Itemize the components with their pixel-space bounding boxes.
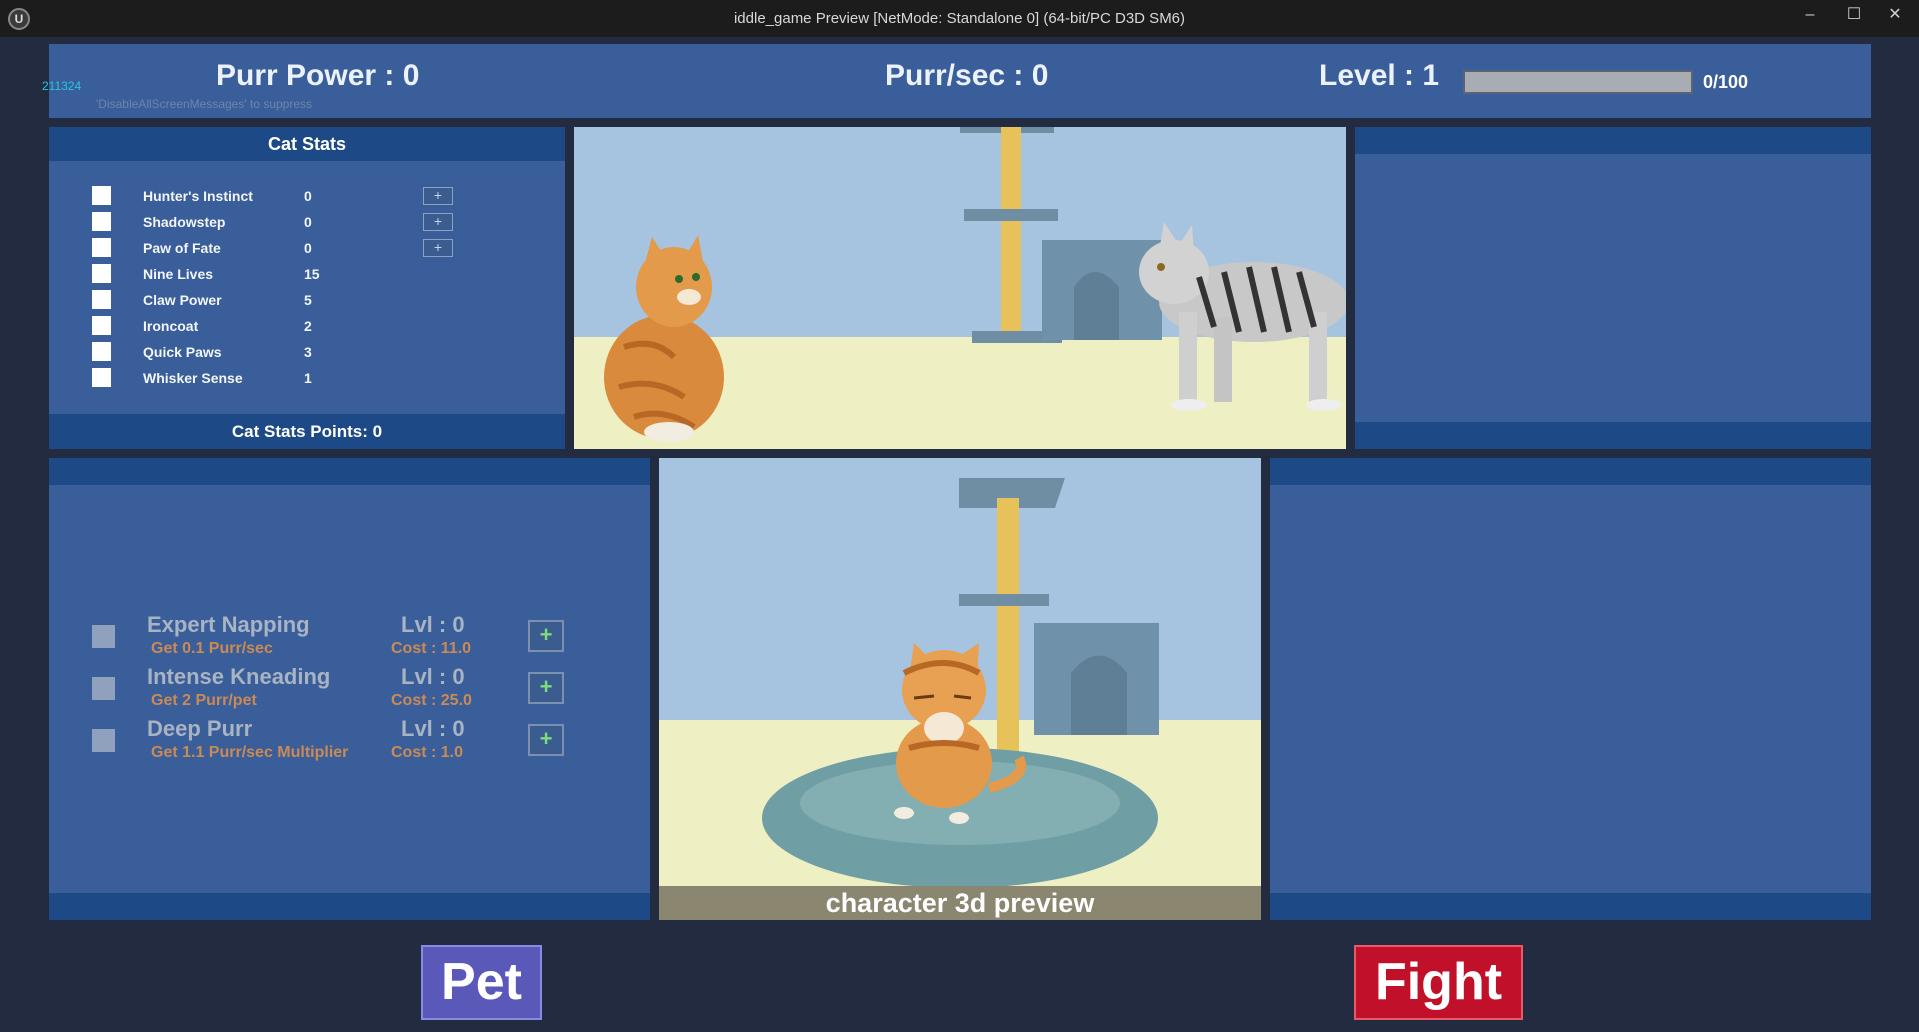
stat-row-shadowstep: Shadowstep 0 + [92, 209, 472, 235]
window-titlebar: U iddle_game Preview [NetMode: Standalon… [0, 0, 1919, 37]
stat-value: 0 [304, 188, 312, 204]
fight-button[interactable]: Fight [1354, 945, 1523, 1020]
right-bottom-header [1270, 458, 1871, 485]
upgrade-row-expert-napping: Expert Napping Get 0.1 Purr/sec Lvl : 0 … [92, 612, 572, 664]
upgrade-plus-button[interactable]: + [528, 724, 564, 756]
right-top-header [1355, 127, 1871, 154]
upgrade-name: Deep Purr [147, 716, 253, 741]
right-bottom-footer [1270, 893, 1871, 920]
stat-value: 0 [304, 240, 312, 256]
stat-value: 0 [304, 214, 312, 230]
stat-name: Quick Paws [143, 344, 222, 360]
stat-value: 5 [304, 292, 312, 308]
stat-row-claw-power: Claw Power 5 [92, 287, 472, 313]
right-top-footer [1355, 422, 1871, 449]
stat-row-ironcoat: Ironcoat 2 [92, 313, 472, 339]
stat-row-nine-lives: Nine Lives 15 [92, 261, 472, 287]
stat-plus-button[interactable]: + [423, 213, 453, 231]
fight-scene-image [574, 127, 1346, 449]
upgrade-plus-button[interactable]: + [528, 672, 564, 704]
upgrade-level: Lvl : 0 [401, 716, 465, 741]
minimize-button[interactable]: – [1789, 0, 1831, 32]
cat-stats-points: Cat Stats Points: 0 [231, 422, 383, 441]
upgrade-checkbox[interactable] [92, 677, 115, 700]
maximize-button[interactable]: ☐ [1833, 0, 1875, 32]
stat-row-paw-of-fate: Paw of Fate 0 + [92, 235, 472, 261]
upgrade-desc: Get 0.1 Purr/sec [151, 640, 273, 657]
upgrade-cost: Cost : 25.0 [391, 692, 472, 709]
stat-row-hunters-instinct: Hunter's Instinct 0 + [92, 183, 472, 209]
stat-checkbox[interactable] [92, 186, 111, 205]
stat-name: Claw Power [143, 292, 222, 308]
debug-id: 211324 [42, 79, 82, 93]
upgrade-name: Intense Kneading [147, 664, 331, 689]
level-label: Level : 1 [1319, 59, 1440, 92]
character-preview-viewport [659, 458, 1261, 920]
stat-value: 2 [304, 318, 312, 334]
stat-name: Ironcoat [143, 318, 199, 334]
stat-value: 15 [304, 266, 320, 282]
stat-row-whisker-sense: Whisker Sense 1 [92, 365, 472, 391]
stat-name: Paw of Fate [143, 240, 221, 256]
stat-value: 1 [304, 370, 312, 386]
stat-name: Hunter's Instinct [143, 188, 253, 204]
stat-plus-button[interactable]: + [423, 239, 453, 257]
upgrade-desc: Get 1.1 Purr/sec Multiplier [151, 744, 349, 761]
fight-scene-viewport [574, 127, 1346, 449]
upgrade-plus-button[interactable]: + [528, 620, 564, 652]
upgrade-cost: Cost : 11.0 [391, 640, 472, 657]
right-bottom-panel [1270, 458, 1871, 920]
debug-message: 'DisableAllScreenMessages' to suppress [96, 97, 313, 111]
upgrades-footer [49, 893, 650, 920]
stat-name: Whisker Sense [143, 370, 243, 386]
upgrade-desc: Get 2 Purr/pet [151, 692, 257, 709]
right-top-panel [1355, 127, 1871, 449]
stat-value: 3 [304, 344, 312, 360]
upgrade-checkbox[interactable] [92, 729, 115, 752]
character-preview-image [659, 458, 1261, 920]
cat-stats-title: Cat Stats [267, 134, 347, 154]
upgrade-row-deep-purr: Deep Purr Get 1.1 Purr/sec Multiplier Lv… [92, 716, 572, 768]
stat-checkbox[interactable] [92, 238, 111, 257]
stat-row-quick-paws: Quick Paws 3 [92, 339, 472, 365]
xp-label: 0/100 [1703, 72, 1749, 92]
stat-checkbox[interactable] [92, 290, 111, 309]
stat-name: Shadowstep [143, 214, 226, 230]
preview-label: character 3d preview [825, 888, 1095, 918]
upgrade-name: Expert Napping [147, 612, 310, 637]
stat-checkbox[interactable] [92, 368, 111, 387]
stat-checkbox[interactable] [92, 264, 111, 283]
upgrade-cost: Cost : 1.0 [391, 744, 464, 761]
close-button[interactable]: ✕ [1874, 0, 1916, 32]
upgrade-level: Lvl : 0 [401, 612, 465, 637]
purr-per-sec-label: Purr/sec : 0 [885, 59, 1049, 92]
xp-progress-bar [1463, 70, 1693, 94]
upgrade-checkbox[interactable] [92, 625, 115, 648]
purr-power-label: Purr Power : 0 [216, 59, 420, 92]
stat-plus-button[interactable]: + [423, 187, 453, 205]
stat-checkbox[interactable] [92, 342, 111, 361]
stat-checkbox[interactable] [92, 316, 111, 335]
stat-checkbox[interactable] [92, 212, 111, 231]
upgrade-level: Lvl : 0 [401, 664, 465, 689]
stat-name: Nine Lives [143, 266, 214, 282]
pet-button[interactable]: Pet [421, 945, 542, 1020]
upgrade-row-intense-kneading: Intense Kneading Get 2 Purr/pet Lvl : 0 … [92, 664, 572, 716]
upgrades-header [49, 458, 650, 485]
window-title: iddle_game Preview [NetMode: Standalone … [733, 10, 1186, 27]
